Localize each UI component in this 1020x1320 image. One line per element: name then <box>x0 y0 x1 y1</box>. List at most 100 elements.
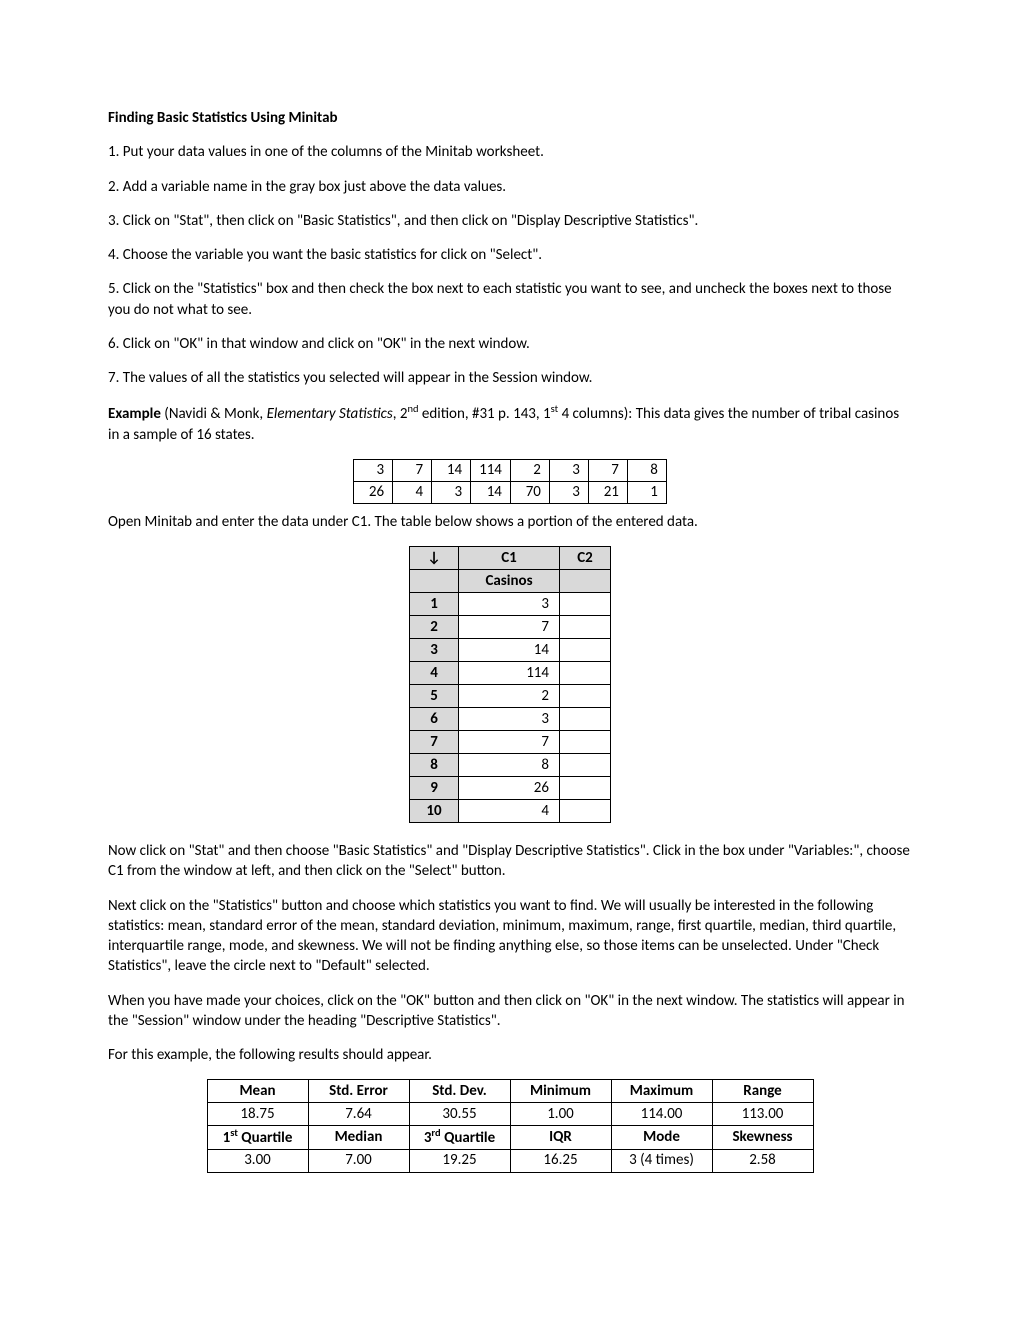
row-number: 6 <box>410 708 459 731</box>
data-cell: 7 <box>588 459 627 481</box>
data-cell <box>560 754 611 777</box>
row-number: 4 <box>410 662 459 685</box>
paragraph-for-example: For this example, the following results … <box>108 1045 912 1065</box>
example-label: Example <box>108 405 161 423</box>
data-cell: 3 <box>459 708 560 731</box>
book-title: Elementary Statistics <box>267 405 393 423</box>
example-paragraph: Example (Navidi & Monk, Elementary Stati… <box>108 402 912 445</box>
data-cell: 114 <box>471 459 511 481</box>
row-number: 5 <box>410 685 459 708</box>
superscript-nd: nd <box>407 402 418 415</box>
data-cell <box>560 777 611 800</box>
step-7: 7. The values of all the statistics you … <box>108 368 912 388</box>
paragraph-now-click: Now click on "Stat" and then choose "Bas… <box>108 841 912 882</box>
data-cell <box>560 593 611 616</box>
row-number: 9 <box>410 777 459 800</box>
data-cell: 8 <box>459 754 560 777</box>
row-number: 2 <box>410 616 459 639</box>
column-header-c2: C2 <box>560 547 611 570</box>
data-cell: 7 <box>459 731 560 754</box>
value-mode: 3 (4 times) <box>611 1149 712 1172</box>
step-1: 1. Put your data values in one of the co… <box>108 142 912 162</box>
value-std-dev: 30.55 <box>409 1103 510 1126</box>
table-row: 77 <box>410 731 611 754</box>
table-row: Mean Std. Error Std. Dev. Minimum Maximu… <box>207 1080 813 1103</box>
header-std-dev: Std. Dev. <box>409 1080 510 1103</box>
minitab-worksheet: ↓ C1 C2 Casinos 13 27 314 4114 52 63 77 … <box>409 546 611 823</box>
data-cell <box>560 616 611 639</box>
data-cell: 26 <box>459 777 560 800</box>
header-maximum: Maximum <box>611 1080 712 1103</box>
data-cell: 7 <box>393 459 432 481</box>
data-cell: 114 <box>459 662 560 685</box>
example-text-pre: (Navidi & Monk, <box>161 405 267 423</box>
value-skewness: 2.58 <box>712 1149 813 1172</box>
data-cell <box>560 685 611 708</box>
value-minimum: 1.00 <box>510 1103 611 1126</box>
header-minimum: Minimum <box>510 1080 611 1103</box>
arrow-down-icon: ↓ <box>410 547 459 570</box>
table-row: 26 4 3 14 70 3 21 1 <box>354 481 667 503</box>
data-cell: 70 <box>510 481 549 503</box>
results-table: Mean Std. Error Std. Dev. Minimum Maximu… <box>207 1079 814 1172</box>
page-title: Finding Basic Statistics Using Minitab <box>108 108 912 128</box>
header-skewness: Skewness <box>712 1126 813 1149</box>
data-cell: 3 <box>354 459 393 481</box>
value-q3: 19.25 <box>409 1149 510 1172</box>
table-row: ↓ C1 C2 <box>410 547 611 570</box>
table-row: 27 <box>410 616 611 639</box>
value-median: 7.00 <box>308 1149 409 1172</box>
data-cell: 4 <box>393 481 432 503</box>
table-row: 3.00 7.00 19.25 16.25 3 (4 times) 2.58 <box>207 1149 813 1172</box>
data-cell <box>560 662 611 685</box>
header-q1: 1st Quartile <box>207 1126 308 1149</box>
step-2: 2. Add a variable name in the gray box j… <box>108 177 912 197</box>
table-row: 13 <box>410 593 611 616</box>
variable-name-cell-c2 <box>560 570 611 593</box>
data-cell: 14 <box>471 481 511 503</box>
data-cell: 3 <box>432 481 471 503</box>
table-row: 3 7 14 114 2 3 7 8 <box>354 459 667 481</box>
value-mean: 18.75 <box>207 1103 308 1126</box>
row-number: 8 <box>410 754 459 777</box>
header-mode: Mode <box>611 1126 712 1149</box>
step-6: 6. Click on "OK" in that window and clic… <box>108 334 912 354</box>
header-iqr: IQR <box>510 1126 611 1149</box>
data-cell: 26 <box>354 481 393 503</box>
header-q3: 3rd Quartile <box>409 1126 510 1149</box>
q3-label: Quartile <box>441 1129 496 1147</box>
data-cell: 2 <box>510 459 549 481</box>
table-row: 4114 <box>410 662 611 685</box>
value-std-error: 7.64 <box>308 1103 409 1126</box>
value-maximum: 114.00 <box>611 1103 712 1126</box>
step-5: 5. Click on the "Statistics" box and the… <box>108 279 912 320</box>
table-row: 18.75 7.64 30.55 1.00 114.00 113.00 <box>207 1103 813 1126</box>
table-row: 926 <box>410 777 611 800</box>
example-text-post: , 2 <box>393 405 408 423</box>
data-cell <box>560 639 611 662</box>
value-q1: 3.00 <box>207 1149 308 1172</box>
table-row: 104 <box>410 800 611 823</box>
paragraph-next-click: Next click on the "Statistics" button an… <box>108 896 912 977</box>
q1-label: Quartile <box>238 1129 293 1147</box>
table-row: Casinos <box>410 570 611 593</box>
paragraph-when-done: When you have made your choices, click o… <box>108 991 912 1032</box>
data-cell: 7 <box>459 616 560 639</box>
table-row: 1st Quartile Median 3rd Quartile IQR Mod… <box>207 1126 813 1149</box>
table-row: 314 <box>410 639 611 662</box>
paragraph-open-minitab: Open Minitab and enter the data under C1… <box>108 512 912 532</box>
table-row: 52 <box>410 685 611 708</box>
data-cell: 3 <box>459 593 560 616</box>
data-cell <box>560 731 611 754</box>
header-median: Median <box>308 1126 409 1149</box>
data-cell: 3 <box>549 481 588 503</box>
data-cell: 3 <box>549 459 588 481</box>
row-number: 1 <box>410 593 459 616</box>
row-number: 7 <box>410 731 459 754</box>
header-std-error: Std. Error <box>308 1080 409 1103</box>
data-cell <box>560 708 611 731</box>
table-row: 88 <box>410 754 611 777</box>
header-mean: Mean <box>207 1080 308 1103</box>
row-number: 10 <box>410 800 459 823</box>
data-cell <box>560 800 611 823</box>
